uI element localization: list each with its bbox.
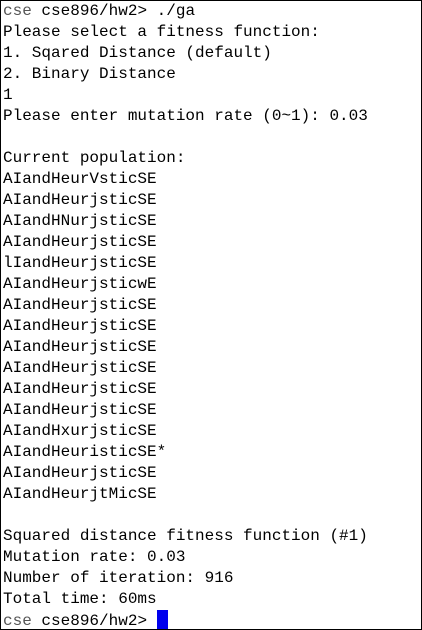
population-item: AIandHeurjsticSE <box>3 359 157 377</box>
command-line: cse cse896/hw2> ./ga <box>3 1 421 22</box>
population-item: AIandHeurjsticSE <box>3 296 157 314</box>
population-item: AIandHeurjsticSE <box>3 338 157 356</box>
iteration-count-summary: Number of iteration: 916 <box>3 569 234 587</box>
population-item: AIandHeurjsticSE <box>3 380 157 398</box>
mutation-rate-prompt: Please enter mutation rate (0~1): 0.03 <box>3 107 368 125</box>
text-cursor[interactable] <box>156 610 168 629</box>
menu-title: Please select a fitness function: <box>3 23 320 41</box>
population-item: AIandHeurjsticSE <box>3 233 157 251</box>
population-item: AIandHeurjtMicSE <box>3 485 157 503</box>
fitness-function-summary: Squared distance fitness function (#1) <box>3 527 368 545</box>
population-item: AIandHeurjsticSE <box>3 317 157 335</box>
option-binary-distance: 2. Binary Distance <box>3 65 176 83</box>
population-item: AIandHeuristicSE* <box>3 443 167 461</box>
mutation-rate-summary: Mutation rate: 0.03 <box>3 548 186 566</box>
population-header: Current population: <box>3 149 186 167</box>
population-item: AIandHeurVsticSE <box>3 170 157 188</box>
population-item: AIandHeurjsticSE <box>3 464 157 482</box>
population-item: AIandHeurjsticSE <box>3 191 157 209</box>
option-squared-distance: 1. Sqared Distance (default) <box>3 44 272 62</box>
population-item: AIandHeurjsticSE <box>3 401 157 419</box>
total-time-summary: Total time: 60ms <box>3 590 157 608</box>
user-choice: 1 <box>3 86 13 104</box>
population-item: AIandHxurjsticSE <box>3 422 157 440</box>
command-text: ./ga <box>156 2 196 20</box>
population-item: AIandHNurjsticSE <box>3 212 157 230</box>
terminal-window[interactable]: cse cse896/hw2> ./ga Please select a fit… <box>0 0 422 630</box>
prompt-host: cse <box>3 612 32 630</box>
population-item: AIandHeurjsticwE <box>3 275 157 293</box>
prompt-path: cse896/hw2> <box>41 612 148 630</box>
prompt-path: cse896/hw2> <box>41 2 148 20</box>
prompt-host: cse <box>3 2 32 20</box>
prompt-line: cse cse896/hw2> <box>3 610 421 630</box>
population-item: lIandHeurjsticSE <box>3 254 157 272</box>
